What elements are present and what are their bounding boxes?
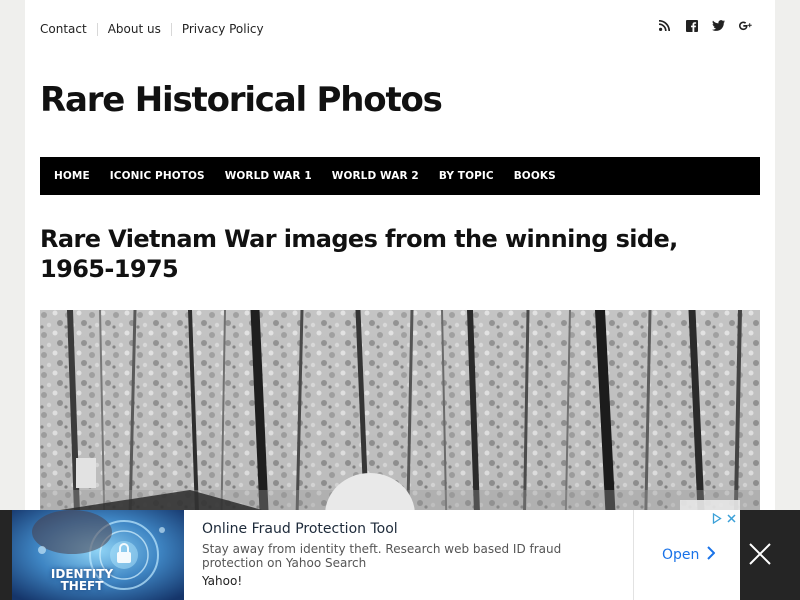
top-separator [96, 22, 98, 36]
contact-link[interactable]: Contact [40, 22, 87, 36]
ad-close-small-icon[interactable] [724, 510, 739, 526]
facebook-icon[interactable] [684, 18, 699, 33]
top-separator [170, 22, 172, 36]
site-title[interactable]: Rare Historical Photos [40, 80, 443, 120]
ad-description: Stay away from identity theft. Research … [202, 542, 562, 570]
ad-open-button[interactable]: Open [662, 546, 716, 564]
social-icons [657, 18, 753, 33]
privacy-policy-link[interactable]: Privacy Policy [182, 22, 264, 36]
ad-source: Yahoo! [202, 574, 243, 588]
nav-item-home[interactable]: HOME [54, 170, 90, 182]
main-navigation: HOME ICONIC PHOTOS WORLD WAR 1 WORLD WAR… [40, 157, 760, 195]
ad-image[interactable]: IDENTITY THEFT [12, 510, 184, 600]
article-title: Rare Vietnam War images from the winning… [40, 225, 678, 283]
ad-choices [709, 510, 740, 526]
nav-item-world-war-1[interactable]: WORLD WAR 1 [225, 170, 312, 182]
close-icon[interactable] [746, 540, 774, 568]
rss-icon[interactable] [657, 18, 672, 33]
top-links-bar: Contact About us Privacy Policy [40, 20, 264, 38]
ad-card[interactable]: IDENTITY THEFT Online Fraud Protection T… [12, 510, 740, 600]
nav-item-books[interactable]: BOOKS [514, 170, 556, 182]
about-us-link[interactable]: About us [108, 22, 161, 36]
ad-title[interactable]: Online Fraud Protection Tool [202, 521, 398, 537]
google-plus-icon[interactable] [738, 18, 753, 33]
chevron-right-icon [707, 546, 716, 564]
twitter-icon[interactable] [711, 18, 726, 33]
nav-item-world-war-2[interactable]: WORLD WAR 2 [332, 170, 419, 182]
ad-open-label: Open [662, 547, 700, 563]
nav-item-iconic-photos[interactable]: ICONIC PHOTOS [110, 170, 205, 182]
ad-banner: IDENTITY THEFT Online Fraud Protection T… [0, 510, 800, 600]
ad-divider [633, 510, 634, 600]
nav-item-by-topic[interactable]: BY TOPIC [439, 170, 494, 182]
ad-image-label-line2: THEFT [60, 579, 104, 593]
adchoices-icon[interactable] [709, 510, 724, 526]
